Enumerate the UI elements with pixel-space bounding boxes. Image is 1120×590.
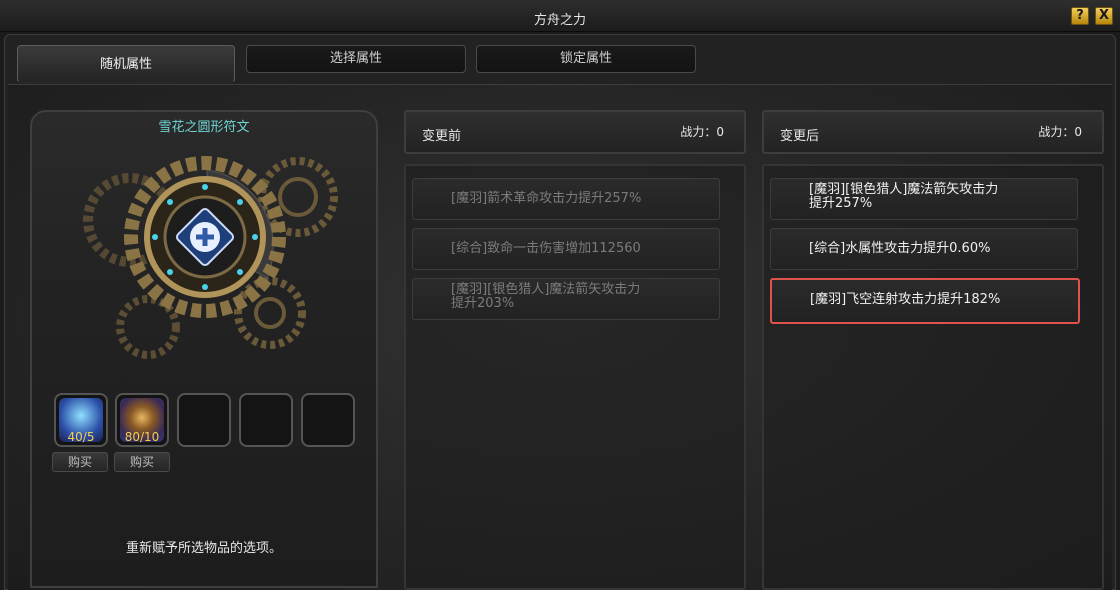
- tab-select-attributes[interactable]: 选择属性: [246, 45, 466, 73]
- before-header: 变更前 战力：0: [404, 110, 746, 154]
- after-column: 变更后 战力：0 [魔羽][银色猎人]魔法箭矢攻击力 提升257% [综合]水属…: [762, 110, 1104, 590]
- close-button[interactable]: X: [1095, 7, 1113, 25]
- option-text-line2: 提升203%: [451, 296, 515, 311]
- buy-button-2[interactable]: 购买: [114, 452, 170, 472]
- title-bar: 方舟之力 ? X: [0, 0, 1120, 32]
- after-label: 变更后: [780, 129, 820, 144]
- before-option-1: [魔羽]箭术革命攻击力提升257%: [412, 178, 720, 220]
- after-header: 变更后 战力：0: [762, 110, 1104, 154]
- description-text: 重新赋予所选物品的选项。: [125, 541, 282, 556]
- option-text: [综合]致命一击伤害增加112560: [451, 241, 641, 256]
- before-column: 变更前 战力：0 [魔羽]箭术革命攻击力提升257% [综合]致命一击伤害增加1…: [404, 110, 746, 590]
- before-label: 变更前: [422, 129, 462, 144]
- window-title: 方舟之力: [533, 13, 586, 28]
- material-slot-4[interactable]: [239, 393, 293, 447]
- slot-count: 40/5: [67, 430, 95, 444]
- tab-random-attributes[interactable]: 随机属性: [17, 45, 235, 83]
- option-text-line1: [魔羽][银色猎人]魔法箭矢攻击力: [809, 182, 999, 197]
- after-option-3-selected[interactable]: [魔羽]飞空连射攻击力提升182%: [770, 278, 1080, 324]
- rune-gear-icon: [83, 156, 338, 359]
- material-slot-3[interactable]: [177, 393, 231, 447]
- after-option-2[interactable]: [综合]水属性攻击力提升0.60%: [770, 228, 1078, 270]
- after-option-1[interactable]: [魔羽][银色猎人]魔法箭矢攻击力 提升257%: [770, 178, 1078, 220]
- rune-name: 雪花之圆形符文: [158, 120, 250, 135]
- before-options: [魔羽]箭术革命攻击力提升257% [综合]致命一击伤害增加112560 [魔羽…: [404, 164, 746, 590]
- slot-count: 80/10: [124, 430, 160, 444]
- option-text-line2: 提升257%: [809, 196, 873, 211]
- after-options: [魔羽][银色猎人]魔法箭矢攻击力 提升257% [综合]水属性攻击力提升0.6…: [762, 164, 1104, 590]
- before-option-2: [综合]致命一击伤害增加112560: [412, 228, 720, 270]
- option-text: [魔羽]箭术革命攻击力提升257%: [451, 191, 642, 206]
- option-text: [综合]水属性攻击力提升0.60%: [809, 241, 991, 256]
- material-slot-5[interactable]: [301, 393, 355, 447]
- option-text: [魔羽]飞空连射攻击力提升182%: [810, 292, 1001, 307]
- option-text-line1: [魔羽][银色猎人]魔法箭矢攻击力: [451, 282, 641, 297]
- material-slot-2[interactable]: 80/10: [115, 393, 169, 447]
- before-power: 战力：0: [680, 125, 724, 139]
- tab-lock-attributes[interactable]: 锁定属性: [476, 45, 696, 73]
- help-button[interactable]: ?: [1071, 7, 1089, 25]
- before-option-3: [魔羽][银色猎人]魔法箭矢攻击力 提升203%: [412, 278, 720, 320]
- material-slot-1[interactable]: 40/5: [54, 393, 108, 447]
- after-power: 战力：0: [1038, 125, 1082, 139]
- buy-button-1[interactable]: 购买: [52, 452, 108, 472]
